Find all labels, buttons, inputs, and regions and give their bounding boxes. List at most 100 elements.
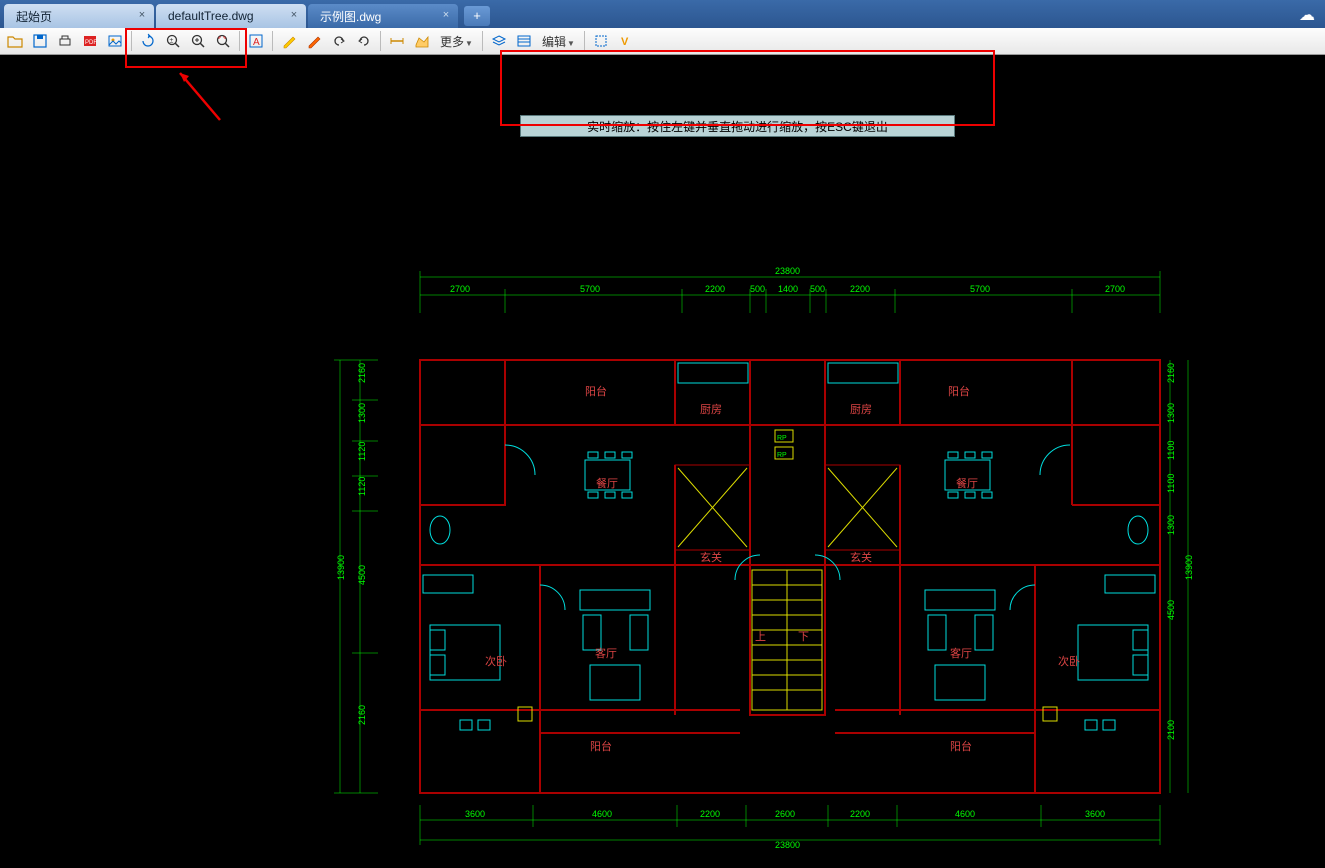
separator	[131, 31, 132, 51]
select-icon[interactable]	[590, 30, 612, 52]
dim: 2200	[700, 809, 720, 819]
room-label: 阳台	[950, 739, 972, 753]
dim-top-total: 23800	[775, 266, 800, 276]
toolbar: PDF ± A 更多▼ 编辑▼ V	[0, 28, 1325, 55]
dim: 500	[810, 284, 825, 294]
room-label: 厨房	[700, 403, 722, 416]
dim: 1120	[357, 477, 367, 496]
edit-label: 编辑	[542, 35, 566, 49]
dim: 2160	[357, 705, 367, 725]
tab-defaulttree[interactable]: defaultTree.dwg ×	[156, 4, 306, 28]
vip-icon[interactable]: V	[615, 30, 637, 52]
dim-left-total: 13900	[336, 555, 346, 580]
rp-label: RP	[777, 435, 787, 442]
rp-label: RP	[777, 452, 787, 459]
dim: 2200	[850, 284, 870, 294]
dim: 4600	[592, 809, 612, 819]
redo-icon[interactable]	[353, 30, 375, 52]
measure-icon[interactable]	[386, 30, 408, 52]
tab-example[interactable]: 示例图.dwg ×	[308, 4, 458, 28]
tab-label: defaultTree.dwg	[168, 9, 254, 23]
dim: 1300	[1166, 403, 1176, 423]
add-tab-button[interactable]: +	[464, 6, 490, 26]
drawing-canvas[interactable]: 实时缩放：按住左键并垂直拖动进行缩放，按ESC键退出 23800 2700 57…	[0, 55, 1325, 847]
room-label: 餐厅	[956, 476, 978, 490]
undo-icon[interactable]	[328, 30, 350, 52]
dim-right-total: 13900	[1184, 555, 1194, 580]
dim: 2200	[850, 809, 870, 819]
dim: 4500	[357, 565, 367, 585]
close-icon[interactable]: ×	[440, 9, 452, 21]
zoom-tooltip: 实时缩放：按住左键并垂直拖动进行缩放，按ESC键退出	[520, 115, 955, 137]
more-label: 更多	[440, 35, 464, 49]
svg-text:V: V	[621, 36, 629, 48]
zoom-window-icon[interactable]	[187, 30, 209, 52]
open-icon[interactable]	[4, 30, 26, 52]
room-label: 客厅	[950, 646, 972, 660]
dim: 1300	[357, 403, 367, 423]
rotate-icon[interactable]	[137, 30, 159, 52]
print-icon[interactable]	[54, 30, 76, 52]
stair-label: 上	[755, 630, 766, 643]
save-icon[interactable]	[29, 30, 51, 52]
room-label: 餐厅	[596, 476, 618, 490]
layers-icon[interactable]	[488, 30, 510, 52]
dim: 2160	[1166, 363, 1176, 383]
more-dropdown[interactable]: 更多▼	[436, 33, 477, 50]
text-tool-icon[interactable]: A	[245, 30, 267, 52]
stair-label: 下	[798, 631, 809, 643]
separator	[272, 31, 273, 51]
zoom-realtime-icon[interactable]: ±	[162, 30, 184, 52]
dim: 2700	[1105, 284, 1125, 294]
svg-text:PDF: PDF	[85, 40, 97, 46]
dim: 2100	[1166, 720, 1176, 740]
dim: 500	[750, 284, 765, 294]
dim: 1100	[1166, 441, 1176, 460]
image-export-icon[interactable]	[104, 30, 126, 52]
close-icon[interactable]: ×	[136, 9, 148, 21]
dim: 1300	[1166, 515, 1176, 535]
dim: 1100	[1166, 474, 1176, 493]
separator	[584, 31, 585, 51]
room-label: 次卧	[1058, 654, 1080, 668]
dim: 1120	[357, 442, 367, 461]
cloud-icon[interactable]: ☁	[1299, 5, 1315, 25]
separator	[380, 31, 381, 51]
dim: 5700	[580, 284, 600, 294]
room-label: 玄关	[700, 550, 722, 564]
close-icon[interactable]: ×	[288, 9, 300, 21]
dim: 5700	[970, 284, 990, 294]
tab-start[interactable]: 起始页 ×	[4, 4, 154, 28]
room-label: 阳台	[585, 384, 607, 398]
highlighter-icon[interactable]	[303, 30, 325, 52]
properties-icon[interactable]	[513, 30, 535, 52]
pdf-export-icon[interactable]: PDF	[79, 30, 101, 52]
dim: 4600	[955, 809, 975, 819]
dim: 3600	[465, 809, 485, 819]
dim: 3600	[1085, 809, 1105, 819]
zoom-extents-icon[interactable]	[212, 30, 234, 52]
tab-bar: 起始页 × defaultTree.dwg × 示例图.dwg × + ☁	[0, 0, 1325, 28]
room-label: 客厅	[595, 646, 617, 660]
dim: 2700	[450, 284, 470, 294]
dim: 1400	[778, 284, 798, 294]
svg-text:±: ±	[170, 38, 174, 45]
separator	[239, 31, 240, 51]
tab-label: 示例图.dwg	[320, 8, 381, 25]
room-label: 阳台	[590, 739, 612, 753]
room-label: 次卧	[485, 654, 507, 668]
svg-text:A: A	[253, 37, 260, 48]
room-label: 厨房	[850, 403, 872, 416]
dim: 2600	[775, 809, 795, 819]
dim: 2160	[357, 363, 367, 383]
dim: 2200	[705, 284, 725, 294]
pencil-icon[interactable]	[278, 30, 300, 52]
tab-label: 起始页	[16, 8, 52, 25]
floor-plan: 23800 2700 5700 2200 500 1400 500 2200 5…	[330, 265, 1200, 865]
room-label: 玄关	[850, 550, 872, 564]
dim-bottom-total: 23800	[775, 840, 800, 850]
edit-dropdown[interactable]: 编辑▼	[538, 33, 579, 50]
room-label: 阳台	[948, 384, 970, 398]
tooltip-text: 实时缩放：按住左键并垂直拖动进行缩放，按ESC键退出	[587, 118, 888, 135]
area-icon[interactable]	[411, 30, 433, 52]
